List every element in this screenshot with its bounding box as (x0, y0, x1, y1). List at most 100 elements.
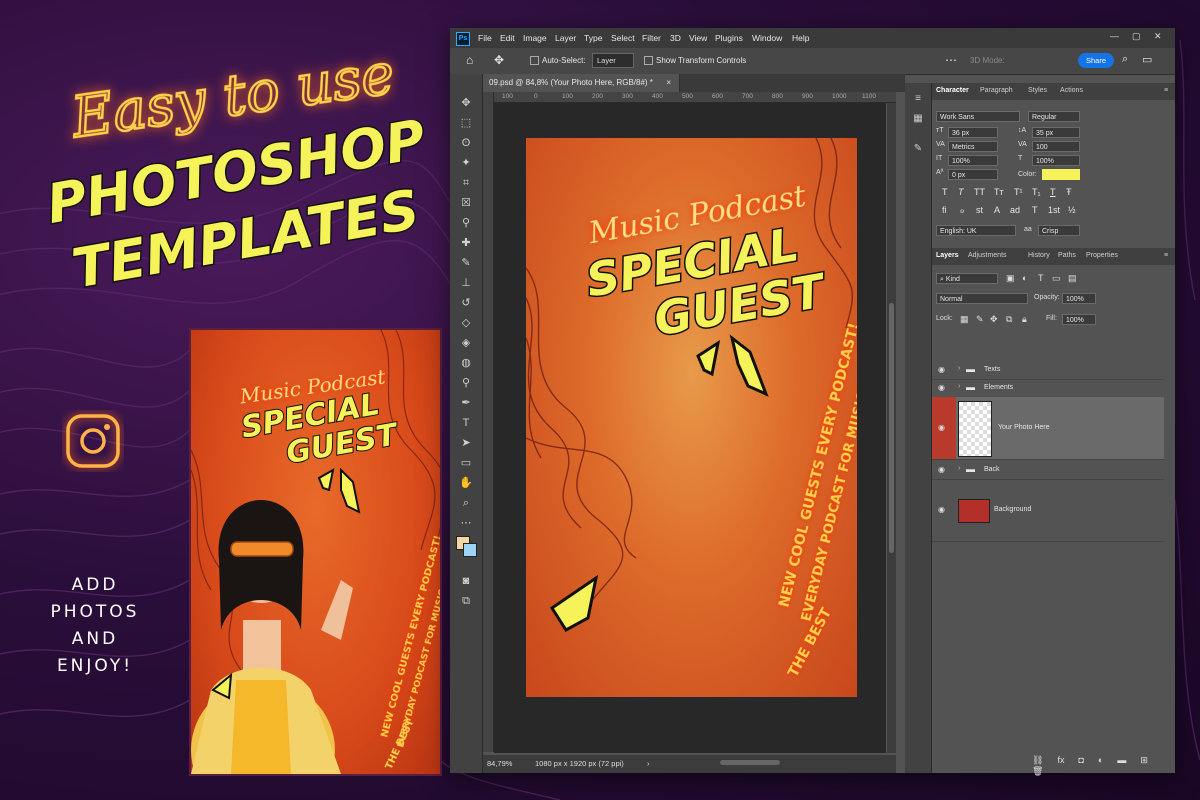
filter-shape-icon[interactable]: ▭ (1052, 273, 1061, 284)
layer-row-selected[interactable]: ◉ Your Photo Here (932, 397, 1164, 460)
menu-plugins[interactable]: Plugins (715, 33, 743, 43)
menu-window[interactable]: Window (752, 33, 782, 43)
tab-actions[interactable]: Actions (1060, 87, 1083, 94)
font-size-field[interactable]: 36 px (948, 127, 998, 138)
menu-help[interactable]: Help (792, 33, 809, 43)
character-panel-icon[interactable]: ≡ (911, 93, 925, 105)
eraser-tool-icon[interactable]: ◇ (458, 316, 474, 330)
search-icon[interactable]: ⌕ (1122, 53, 1128, 66)
menu-select[interactable]: Select (611, 33, 635, 43)
horizontal-scrollbar[interactable] (720, 760, 780, 765)
maximize-icon[interactable]: ▢ (1132, 31, 1141, 42)
close-tab-icon[interactable]: × (666, 74, 671, 92)
lock-paint-icon[interactable]: ✎ (976, 314, 984, 325)
vertical-scrollbar[interactable] (887, 103, 896, 753)
new-group-icon[interactable]: ▬ (1117, 755, 1126, 765)
menu-edit[interactable]: Edit (500, 33, 515, 43)
status-arrow-icon[interactable]: › (647, 759, 650, 768)
tab-paragraph[interactable]: Paragraph (980, 87, 1013, 94)
eye-icon[interactable]: ◉ (938, 423, 945, 432)
move-tool-icon[interactable]: ✥ (494, 53, 504, 67)
crop-tool-icon[interactable]: ⌗ (458, 176, 474, 190)
superscript-button[interactable]: T¹ (1014, 187, 1023, 197)
font-style-select[interactable]: Regular (1028, 111, 1080, 122)
tracking-field[interactable]: 100 (1032, 141, 1080, 152)
more-tools-icon[interactable]: ⋯ (458, 516, 474, 530)
auto-select-dropdown[interactable]: Layer (592, 53, 634, 68)
lock-pixels-icon[interactable]: ▦ (960, 314, 969, 325)
magic-wand-icon[interactable]: ✦ (458, 156, 474, 170)
vertical-scale-field[interactable]: 100% (948, 155, 998, 166)
background-color-swatch[interactable] (463, 543, 477, 557)
panel-menu-icon[interactable]: ≡ (1164, 252, 1168, 259)
new-layer-icon[interactable]: ⊞ (1140, 755, 1148, 765)
dodge-tool-icon[interactable]: ⚲ (458, 376, 474, 390)
leading-field[interactable]: 35 px (1032, 127, 1080, 138)
titling-button[interactable]: ad (1010, 205, 1020, 215)
document-canvas[interactable]: Music Podcast SPECIAL GUEST NEW COOL GUE… (526, 138, 857, 697)
layer-filter-select[interactable]: ⌕ Kind (936, 273, 998, 284)
tab-paths[interactable]: Paths (1058, 252, 1076, 259)
kerning-field[interactable]: Metrics (948, 141, 998, 152)
history-brush-icon[interactable]: ↺ (458, 296, 474, 310)
brush-tool-icon[interactable]: ✎ (458, 256, 474, 270)
discretionary-ligature-button[interactable]: ℴ (960, 205, 964, 216)
eye-icon[interactable]: ◉ (938, 505, 945, 514)
marquee-tool-icon[interactable]: ⬚ (458, 116, 474, 130)
zoom-level[interactable]: 84,79% (487, 759, 512, 768)
tab-layers[interactable]: Layers (936, 252, 959, 259)
blend-mode-select[interactable]: Normal (936, 293, 1028, 304)
faux-bold-button[interactable]: T (942, 187, 948, 197)
delete-layer-icon[interactable]: 🗑︎ (1032, 766, 1043, 776)
document-tab[interactable]: 09.psd @ 84,8% (Your Photo Here, RGB/8#)… (483, 74, 680, 92)
auto-select-checkbox[interactable] (530, 56, 539, 65)
home-icon[interactable]: ⌂ (466, 53, 473, 67)
layer-row[interactable]: ◉ › ▬ Elements (932, 379, 1164, 398)
adjustment-layer-icon[interactable]: ◐ (1098, 755, 1103, 765)
menu-file[interactable]: File (478, 33, 492, 43)
layer-row[interactable]: ◉ › ▬ Texts (932, 361, 1164, 380)
filter-pixel-icon[interactable]: ▣ (1006, 273, 1015, 284)
quick-mask-icon[interactable]: ◙ (458, 574, 474, 588)
tab-styles[interactable]: Styles (1028, 87, 1047, 94)
panel-menu-icon[interactable]: ≡ (1164, 87, 1168, 94)
scroll-thumb[interactable] (889, 303, 894, 553)
layers-panel-icon[interactable]: ▦ (911, 113, 925, 125)
fractions-button[interactable]: ½ (1068, 205, 1076, 215)
tab-character[interactable]: Character (936, 87, 969, 94)
move-tool-icon[interactable]: ✥ (458, 96, 474, 110)
frame-tool-icon[interactable]: ☒ (458, 196, 474, 210)
lasso-tool-icon[interactable]: ʘ (458, 136, 474, 150)
more-options-icon[interactable]: ⋯ (945, 53, 957, 67)
hand-tool-icon[interactable]: ✋ (458, 476, 474, 490)
share-button[interactable]: Share (1078, 53, 1114, 68)
horizontal-scale-field[interactable]: 100% (1032, 155, 1080, 166)
lock-position-icon[interactable]: ✥ (990, 314, 998, 325)
subscript-button[interactable]: T₁ (1032, 187, 1041, 197)
baseline-shift-field[interactable]: 0 px (948, 169, 998, 180)
text-color-swatch[interactable] (1042, 169, 1080, 180)
eye-icon[interactable]: ◉ (938, 383, 945, 392)
brush-settings-icon[interactable]: ✎ (911, 143, 925, 155)
healing-brush-icon[interactable]: ✚ (458, 236, 474, 250)
layer-row[interactable]: ◉ › ▬ Back (932, 461, 1164, 480)
eye-icon[interactable]: ◉ (938, 465, 945, 474)
underline-button[interactable]: T (1050, 187, 1056, 197)
chevron-right-icon[interactable]: › (958, 383, 960, 390)
menu-layer[interactable]: Layer (555, 33, 576, 43)
transform-controls-checkbox[interactable] (644, 56, 653, 65)
small-caps-button[interactable]: Tт (994, 187, 1004, 197)
menu-image[interactable]: Image (523, 33, 547, 43)
eye-icon[interactable]: ◉ (938, 365, 945, 374)
layer-row[interactable]: ◉ Background (932, 479, 1164, 542)
workspace-icon[interactable]: ▭ (1142, 53, 1152, 66)
minimize-icon[interactable]: — (1110, 31, 1119, 41)
filter-adjustment-icon[interactable]: ◐ (1022, 273, 1027, 283)
menu-3d[interactable]: 3D (670, 33, 681, 43)
path-select-icon[interactable]: ➤ (458, 436, 474, 450)
rectangle-tool-icon[interactable]: ▭ (458, 456, 474, 470)
type-tool-icon[interactable]: T (458, 416, 474, 430)
blur-tool-icon[interactable]: ◍ (458, 356, 474, 370)
link-layers-icon[interactable]: ⛓ (1032, 755, 1043, 765)
opacity-field[interactable]: 100% (1062, 293, 1096, 304)
